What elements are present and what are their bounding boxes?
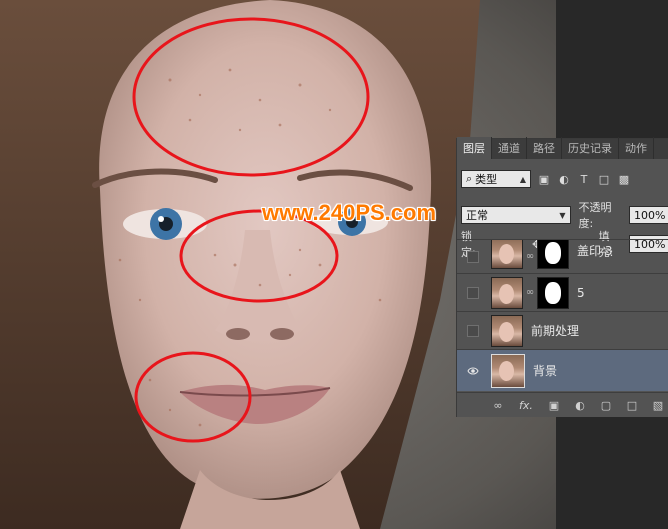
filter-row: ⌕ 类型 ▲︎ ▣ ◐ T □ ▩ xyxy=(461,170,631,188)
layer-mask-thumbnail[interactable] xyxy=(537,276,569,309)
visibility-toggle[interactable] xyxy=(466,286,480,300)
adjustment-filter-icon[interactable]: ◐ xyxy=(557,172,571,186)
layer-name: 5 xyxy=(577,285,585,300)
mask-link-icon[interactable]: ∞ xyxy=(523,287,537,298)
layer-row[interactable]: ∞ 盖印 3 xyxy=(457,239,668,273)
chevron-down-icon: ▼ xyxy=(559,210,566,220)
visibility-toggle[interactable] xyxy=(466,324,480,338)
text-filter-icon[interactable]: T xyxy=(577,172,591,186)
layer-row-selected[interactable]: 背景 xyxy=(457,349,668,391)
blend-mode-value: 正常 xyxy=(466,209,488,222)
tab-layers[interactable]: 图层 xyxy=(457,137,492,159)
panel-tabs: 图层 通道 路径 历史记录 动作 xyxy=(457,137,668,159)
layer-name: 背景 xyxy=(533,364,558,378)
new-layer-icon[interactable]: □ xyxy=(625,398,639,412)
adjustment-icon[interactable]: ◐ xyxy=(573,398,587,412)
layers-panel: 图层 通道 路径 历史记录 动作 ⌕ 类型 ▲︎ ▣ ◐ T □ ▩ 正常 ▼ … xyxy=(456,137,668,417)
group-icon[interactable]: ▢ xyxy=(599,398,613,412)
filter-kind-label: 类型 xyxy=(475,173,498,186)
delete-icon[interactable]: ▧ xyxy=(651,398,665,412)
smart-object-filter-icon[interactable]: ▩ xyxy=(617,172,631,186)
layer-thumbnail xyxy=(491,353,525,388)
blend-mode-dropdown[interactable]: 正常 ▼ xyxy=(461,206,571,224)
opacity-value: 100% xyxy=(634,208,666,222)
layer-thumbnail xyxy=(491,240,523,269)
layer-row[interactable]: ∞ 5 xyxy=(457,273,668,311)
tab-channels[interactable]: 通道 xyxy=(492,137,527,159)
chevron-down-icon: ▲︎ xyxy=(519,174,526,184)
tab-actions[interactable]: 动作 xyxy=(619,137,654,159)
search-icon: ⌕ xyxy=(466,172,473,185)
tab-paths[interactable]: 路径 xyxy=(527,137,562,159)
add-mask-icon[interactable]: ▣ xyxy=(547,398,561,412)
eye-icon[interactable] xyxy=(466,364,480,378)
layer-name: 盖印 3 xyxy=(577,244,613,258)
layer-row[interactable]: 前期处理 xyxy=(457,311,668,349)
opacity-field[interactable]: 100% xyxy=(629,206,668,224)
watermark-text: www.240PS.com xyxy=(262,200,437,225)
visibility-toggle[interactable] xyxy=(466,250,480,264)
layer-thumbnail xyxy=(491,314,523,347)
opacity-label: 不透明度: xyxy=(578,201,612,230)
layer-thumbnail xyxy=(491,276,523,309)
panel-footer-toolbar: ∞ fx. ▣ ◐ ▢ □ ▧ xyxy=(457,392,668,417)
layer-name: 前期处理 xyxy=(531,324,580,338)
layer-mask-thumbnail[interactable] xyxy=(537,240,569,269)
mask-link-icon[interactable]: ∞ xyxy=(523,251,537,262)
blend-row: 正常 ▼ 不透明度: 100% xyxy=(461,199,668,231)
shape-filter-icon[interactable]: □ xyxy=(597,172,611,186)
filter-kind-dropdown[interactable]: ⌕ 类型 ▲︎ xyxy=(461,170,531,188)
tab-history[interactable]: 历史记录 xyxy=(562,137,619,159)
image-filter-icon[interactable]: ▣ xyxy=(537,172,551,186)
link-icon[interactable]: ∞ xyxy=(491,398,505,412)
fx-icon[interactable]: fx. xyxy=(517,398,535,412)
